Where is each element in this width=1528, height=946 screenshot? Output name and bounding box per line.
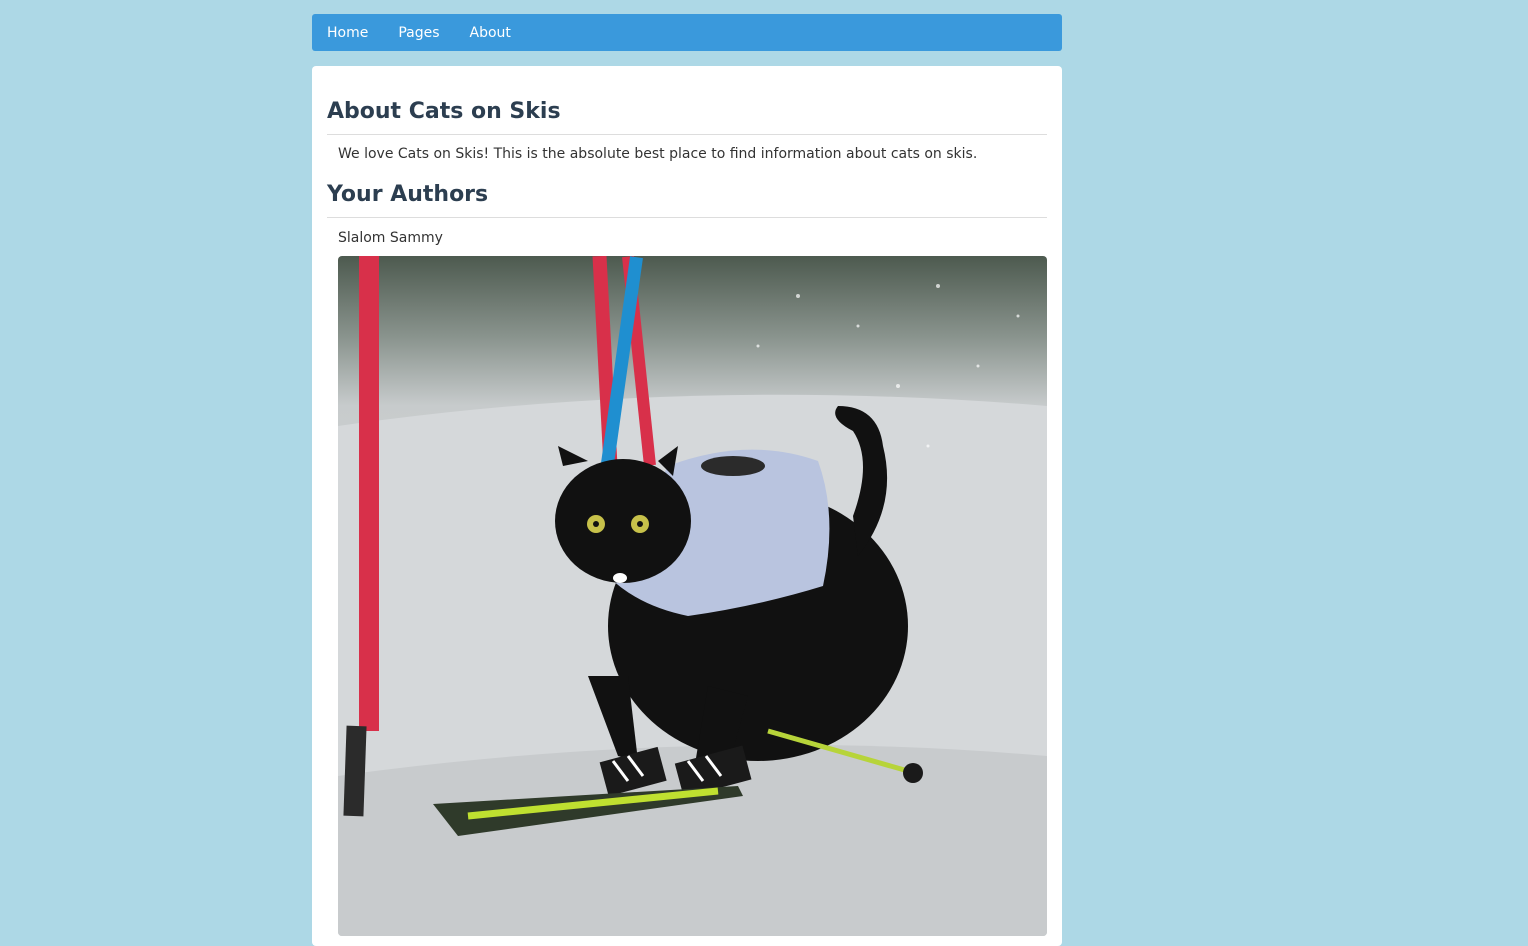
- content-card: About Cats on Skis We love Cats on Skis!…: [312, 66, 1062, 946]
- author-name: Slalom Sammy: [338, 230, 443, 246]
- nav-about-link[interactable]: About: [470, 25, 511, 41]
- top-navbar: Home Pages About: [312, 14, 1062, 51]
- author-photo: [338, 256, 1047, 936]
- nav-pages-link[interactable]: Pages: [398, 25, 439, 41]
- authors-heading: Your Authors: [327, 180, 1047, 218]
- about-heading: About Cats on Skis: [327, 97, 1047, 135]
- about-intro-text: We love Cats on Skis! This is the absolu…: [338, 146, 978, 162]
- nav-home-link[interactable]: Home: [327, 25, 368, 41]
